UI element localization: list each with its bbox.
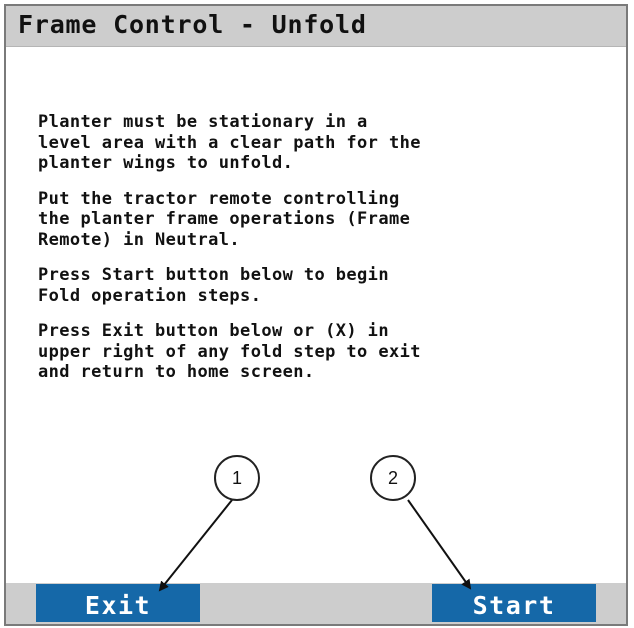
callout-arrows [158,499,472,592]
callout-2-arrow [407,499,472,590]
callout-1: 1 [214,455,260,501]
callout-2: 2 [370,455,416,501]
callout-1-arrow [158,499,233,592]
